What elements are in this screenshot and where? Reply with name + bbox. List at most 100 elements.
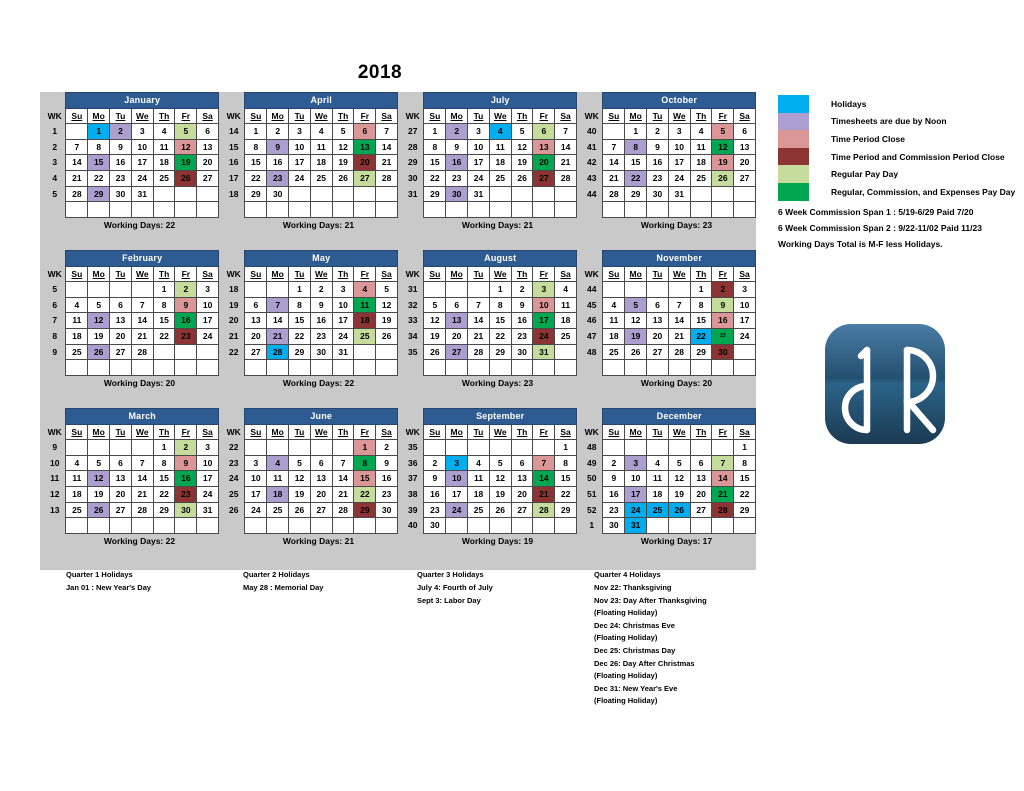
day-cell[interactable]: 7	[554, 123, 577, 140]
day-cell[interactable]: 10	[624, 470, 648, 487]
day-cell[interactable]: 15	[689, 312, 713, 329]
day-cell[interactable]: 15	[624, 154, 648, 171]
day-cell[interactable]: 20	[109, 327, 132, 345]
day-cell[interactable]: 17	[733, 312, 756, 329]
day-cell[interactable]: 17	[288, 154, 311, 171]
day-cell[interactable]: 17	[331, 312, 355, 329]
day-cell[interactable]: 5	[87, 454, 111, 472]
day-cell[interactable]: 20	[646, 327, 669, 345]
day-cell[interactable]: 5	[375, 281, 398, 298]
day-cell[interactable]: 25	[554, 327, 577, 345]
day-cell[interactable]: 24	[445, 501, 469, 519]
day-cell[interactable]: 25	[309, 169, 333, 187]
day-cell[interactable]: 6	[109, 296, 132, 314]
day-cell[interactable]: 3	[196, 439, 219, 456]
day-cell[interactable]: 2	[423, 454, 447, 472]
day-cell[interactable]: 20	[309, 485, 333, 503]
day-cell[interactable]: 11	[488, 138, 512, 156]
day-cell[interactable]: 19	[174, 154, 198, 171]
day-cell[interactable]: 21	[554, 154, 577, 171]
day-cell[interactable]: 23	[174, 485, 198, 503]
day-cell[interactable]: 12	[87, 312, 111, 329]
day-cell[interactable]: 13	[109, 312, 132, 329]
day-cell[interactable]: 27	[309, 501, 333, 519]
day-cell[interactable]: 5	[711, 123, 735, 140]
day-cell[interactable]: 22	[689, 327, 713, 345]
day-cell[interactable]: 27	[532, 169, 556, 187]
day-cell[interactable]: 5	[174, 123, 198, 140]
day-cell[interactable]: 12	[174, 138, 198, 156]
day-cell[interactable]: 26	[288, 501, 311, 519]
day-cell[interactable]: 31	[331, 343, 355, 361]
day-cell[interactable]: 6	[196, 123, 219, 140]
day-cell[interactable]: 3	[445, 454, 469, 472]
day-cell[interactable]: 30	[602, 517, 626, 534]
day-cell[interactable]: 30	[445, 185, 469, 203]
day-cell[interactable]: 8	[488, 296, 512, 314]
day-cell[interactable]: 22	[733, 485, 756, 503]
day-cell[interactable]: 24	[733, 327, 756, 345]
day-cell[interactable]: 27	[244, 343, 268, 361]
day-cell[interactable]: 20	[510, 485, 534, 503]
day-cell[interactable]: 20	[532, 154, 556, 171]
day-cell[interactable]: 19	[423, 327, 447, 345]
day-cell[interactable]: 12	[331, 138, 355, 156]
day-cell[interactable]: 19	[87, 327, 111, 345]
day-cell[interactable]: 19	[488, 485, 512, 503]
day-cell[interactable]: 4	[488, 123, 512, 140]
day-cell[interactable]: 9	[266, 138, 290, 156]
day-cell[interactable]: 14	[130, 470, 154, 487]
day-cell[interactable]: 1	[353, 439, 377, 456]
day-cell[interactable]: 6	[109, 454, 132, 472]
day-cell[interactable]: 20	[733, 154, 756, 171]
day-cell[interactable]: 26	[624, 343, 648, 361]
day-cell[interactable]: 2	[602, 454, 626, 472]
day-cell[interactable]: 17	[445, 485, 469, 503]
day-cell[interactable]: 13	[196, 138, 219, 156]
day-cell[interactable]: 24	[667, 169, 691, 187]
day-cell[interactable]: 11	[309, 138, 333, 156]
day-cell[interactable]: 2	[266, 123, 290, 140]
day-cell[interactable]: 2	[510, 281, 534, 298]
day-cell[interactable]: 3	[288, 123, 311, 140]
day-cell[interactable]: 6	[733, 123, 756, 140]
day-cell[interactable]: 3	[733, 281, 756, 298]
day-cell[interactable]: 7	[602, 138, 626, 156]
day-cell[interactable]: 15	[353, 470, 377, 487]
day-cell[interactable]: 2	[174, 439, 198, 456]
day-cell[interactable]: 2	[646, 123, 669, 140]
day-cell[interactable]: 24	[288, 169, 311, 187]
day-cell[interactable]: 2	[109, 123, 132, 140]
day-cell[interactable]: 28	[130, 343, 154, 361]
day-cell[interactable]: 20	[109, 485, 132, 503]
day-cell[interactable]: 27	[445, 343, 469, 361]
day-cell[interactable]: 29	[288, 343, 311, 361]
day-cell[interactable]: 25	[353, 327, 377, 345]
day-cell[interactable]: 14	[711, 470, 735, 487]
day-cell[interactable]: 28	[331, 501, 355, 519]
day-cell[interactable]: 8	[624, 138, 648, 156]
day-cell[interactable]: 10	[196, 454, 219, 472]
day-cell[interactable]: 12	[711, 138, 735, 156]
day-cell[interactable]: 9	[109, 138, 132, 156]
day-cell[interactable]: 28	[375, 169, 398, 187]
day-cell[interactable]: 14	[65, 154, 89, 171]
day-cell[interactable]: 8	[353, 454, 377, 472]
day-cell[interactable]: 10	[445, 470, 469, 487]
day-cell[interactable]: 3	[624, 454, 648, 472]
day-cell[interactable]: 30	[266, 185, 290, 203]
day-cell[interactable]: 3	[667, 123, 691, 140]
day-cell[interactable]: 4	[309, 123, 333, 140]
day-cell[interactable]: 30	[309, 343, 333, 361]
day-cell[interactable]: 13	[532, 138, 556, 156]
day-cell[interactable]: 2	[445, 123, 469, 140]
day-cell[interactable]: 22	[624, 169, 648, 187]
day-cell[interactable]: 26	[423, 343, 447, 361]
day-cell[interactable]: 21	[130, 485, 154, 503]
day-cell[interactable]: 14	[331, 470, 355, 487]
day-cell[interactable]: 22	[353, 485, 377, 503]
day-cell[interactable]: 27	[733, 169, 756, 187]
day-cell[interactable]: 8	[152, 454, 176, 472]
day-cell[interactable]: 24	[244, 501, 268, 519]
day-cell[interactable]: 17	[624, 485, 648, 503]
